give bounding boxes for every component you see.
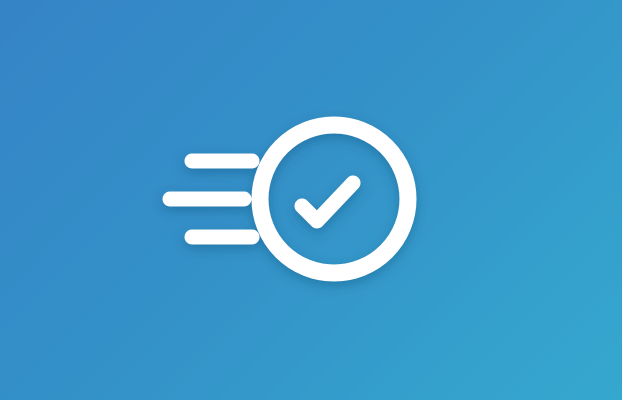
splash-background (0, 0, 622, 400)
checkmark (294, 175, 361, 229)
fast-check-icon (162, 116, 417, 282)
